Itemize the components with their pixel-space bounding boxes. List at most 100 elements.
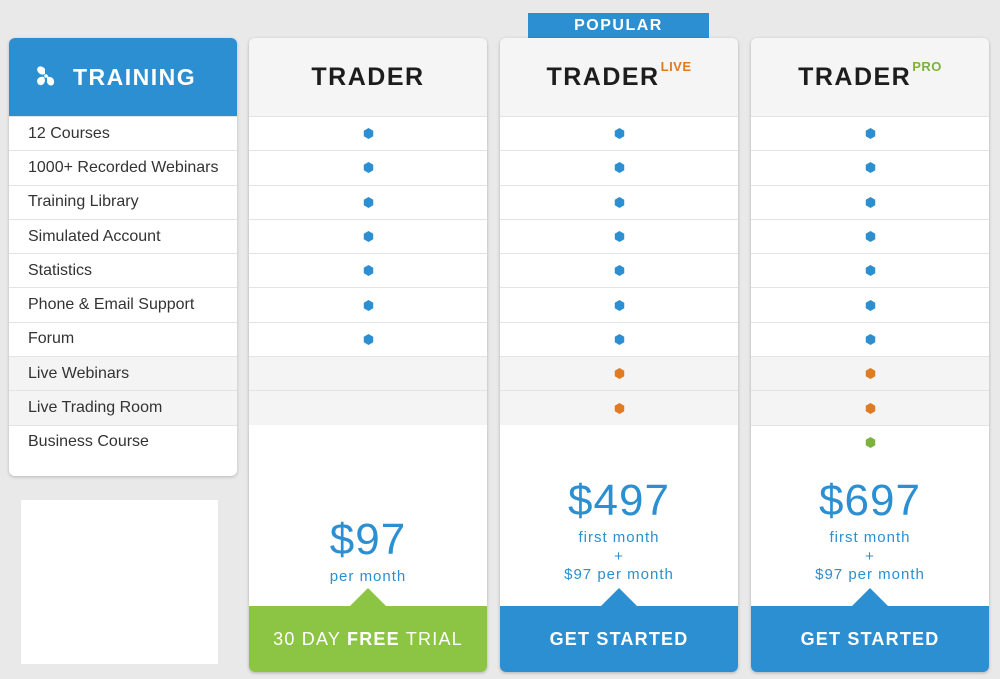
blue-hexagon-check-icon bbox=[614, 231, 625, 243]
plan-feature-row bbox=[500, 356, 738, 391]
plan-feature-row bbox=[751, 424, 989, 459]
plan-feature-rows bbox=[249, 116, 487, 425]
blue-hexagon-check-icon bbox=[614, 333, 625, 345]
get-started-button[interactable]: GET STARTED bbox=[500, 588, 738, 672]
price-area: $697 first month + $97 per month bbox=[751, 458, 989, 606]
blue-hexagon-check-icon bbox=[865, 265, 876, 277]
price-period: per month bbox=[330, 568, 407, 587]
blue-hexagon-check-icon bbox=[865, 196, 876, 208]
cta-text-part: TRIAL bbox=[405, 628, 463, 649]
feature-forum: Forum bbox=[9, 321, 237, 357]
price-line: + bbox=[614, 547, 624, 565]
plan-feature-rows bbox=[751, 116, 989, 459]
plan-card-trader-pro: TRADER PRO $697 first month + $97 per mo… bbox=[751, 38, 989, 672]
plan-feature-row bbox=[249, 287, 487, 322]
price: $97 bbox=[329, 514, 407, 564]
blue-hexagon-check-icon bbox=[614, 128, 625, 140]
get-started-button[interactable]: GET STARTED bbox=[751, 588, 989, 672]
popular-badge: POPULAR bbox=[528, 13, 709, 39]
plan-feature-row bbox=[500, 390, 738, 425]
features-panel: TRAINING 12 Courses 1000+ Recorded Webin… bbox=[9, 38, 237, 476]
plan-name: TRADER bbox=[798, 62, 912, 91]
blank-panel bbox=[21, 500, 218, 664]
price-line: $97 per month bbox=[564, 566, 674, 584]
orange-hexagon-check-icon bbox=[865, 368, 876, 380]
plan-feature-row bbox=[249, 321, 487, 357]
plan-feature-row bbox=[751, 253, 989, 288]
price: $697 bbox=[819, 475, 921, 525]
plan-feature-row bbox=[751, 321, 989, 357]
cta-text-emphasis: FREE bbox=[347, 628, 400, 649]
plan-feature-row bbox=[249, 116, 487, 151]
price-line: first month bbox=[829, 528, 911, 546]
feature-statistics: Statistics bbox=[9, 253, 237, 288]
features-header: TRAINING bbox=[9, 38, 237, 116]
plan-feature-row bbox=[751, 287, 989, 322]
butterfly-icon bbox=[37, 66, 55, 86]
plan-feature-row bbox=[249, 253, 487, 288]
orange-hexagon-check-icon bbox=[614, 368, 625, 380]
plan-feature-rows bbox=[500, 116, 738, 425]
blue-hexagon-check-icon bbox=[614, 299, 625, 311]
orange-hexagon-check-icon bbox=[865, 402, 876, 414]
plan-feature-row bbox=[751, 218, 989, 254]
blue-hexagon-check-icon bbox=[363, 196, 374, 208]
price-line: per month bbox=[329, 567, 407, 585]
plan-header: TRADER bbox=[249, 38, 487, 116]
plan-feature-row bbox=[500, 287, 738, 322]
plan-suffix: PRO bbox=[912, 58, 942, 74]
plan-feature-row bbox=[751, 390, 989, 425]
plan-card-trader: TRADER $97 per month 30 DAY FREE TRIAL bbox=[249, 38, 487, 672]
plan-feature-row bbox=[249, 184, 487, 219]
plan-feature-row bbox=[249, 218, 487, 254]
green-hexagon-check-icon bbox=[865, 436, 876, 448]
plan-header: TRADER LIVE bbox=[500, 38, 738, 116]
plan-feature-row bbox=[249, 150, 487, 185]
blue-hexagon-check-icon bbox=[614, 265, 625, 277]
price-line: $97 per month bbox=[815, 566, 925, 584]
blue-hexagon-check-icon bbox=[363, 265, 374, 277]
blue-hexagon-check-icon bbox=[363, 333, 374, 345]
feature-recorded-webinars: 1000+ Recorded Webinars bbox=[9, 150, 237, 185]
blue-hexagon-check-icon bbox=[865, 299, 876, 311]
free-trial-button[interactable]: 30 DAY FREE TRIAL bbox=[249, 588, 487, 672]
price-line: + bbox=[865, 547, 875, 565]
blue-hexagon-check-icon bbox=[865, 231, 876, 243]
plan-feature-row bbox=[500, 321, 738, 357]
blue-hexagon-check-icon bbox=[363, 128, 374, 140]
plan-feature-row bbox=[249, 356, 487, 391]
price-period: first month + $97 per month bbox=[815, 529, 925, 585]
plan-feature-row bbox=[500, 150, 738, 185]
plan-feature-row bbox=[751, 116, 989, 151]
features-title: TRAINING bbox=[73, 63, 197, 90]
plan-feature-row bbox=[751, 184, 989, 219]
blue-hexagon-check-icon bbox=[614, 162, 625, 174]
orange-hexagon-check-icon bbox=[614, 402, 625, 414]
plan-feature-row bbox=[500, 184, 738, 219]
feature-simulated-account: Simulated Account bbox=[9, 218, 237, 254]
blue-hexagon-check-icon bbox=[363, 162, 374, 174]
plan-header: TRADER PRO bbox=[751, 38, 989, 116]
price-area: $497 first month + $97 per month bbox=[500, 458, 738, 606]
plan-name: TRADER bbox=[311, 62, 425, 91]
plan-feature-row bbox=[751, 356, 989, 391]
blue-hexagon-check-icon bbox=[614, 196, 625, 208]
price: $497 bbox=[568, 475, 670, 525]
blue-hexagon-check-icon bbox=[865, 128, 876, 140]
price-period: first month + $97 per month bbox=[564, 529, 674, 585]
plan-feature-row bbox=[500, 218, 738, 254]
feature-12-courses: 12 Courses bbox=[9, 116, 237, 151]
feature-live-webinars: Live Webinars bbox=[9, 356, 237, 391]
blue-hexagon-check-icon bbox=[363, 299, 374, 311]
blue-hexagon-check-icon bbox=[865, 333, 876, 345]
blue-hexagon-check-icon bbox=[865, 162, 876, 174]
feature-live-trading-room: Live Trading Room bbox=[9, 390, 237, 425]
blue-hexagon-check-icon bbox=[363, 231, 374, 243]
feature-training-library: Training Library bbox=[9, 184, 237, 219]
feature-phone-email-support: Phone & Email Support bbox=[9, 287, 237, 322]
price-line: first month bbox=[578, 528, 660, 546]
plan-name: TRADER bbox=[546, 62, 660, 91]
plan-feature-row bbox=[751, 150, 989, 185]
plan-feature-row bbox=[500, 253, 738, 288]
plan-card-trader-live: TRADER LIVE $497 first month + $97 per m… bbox=[500, 38, 738, 672]
